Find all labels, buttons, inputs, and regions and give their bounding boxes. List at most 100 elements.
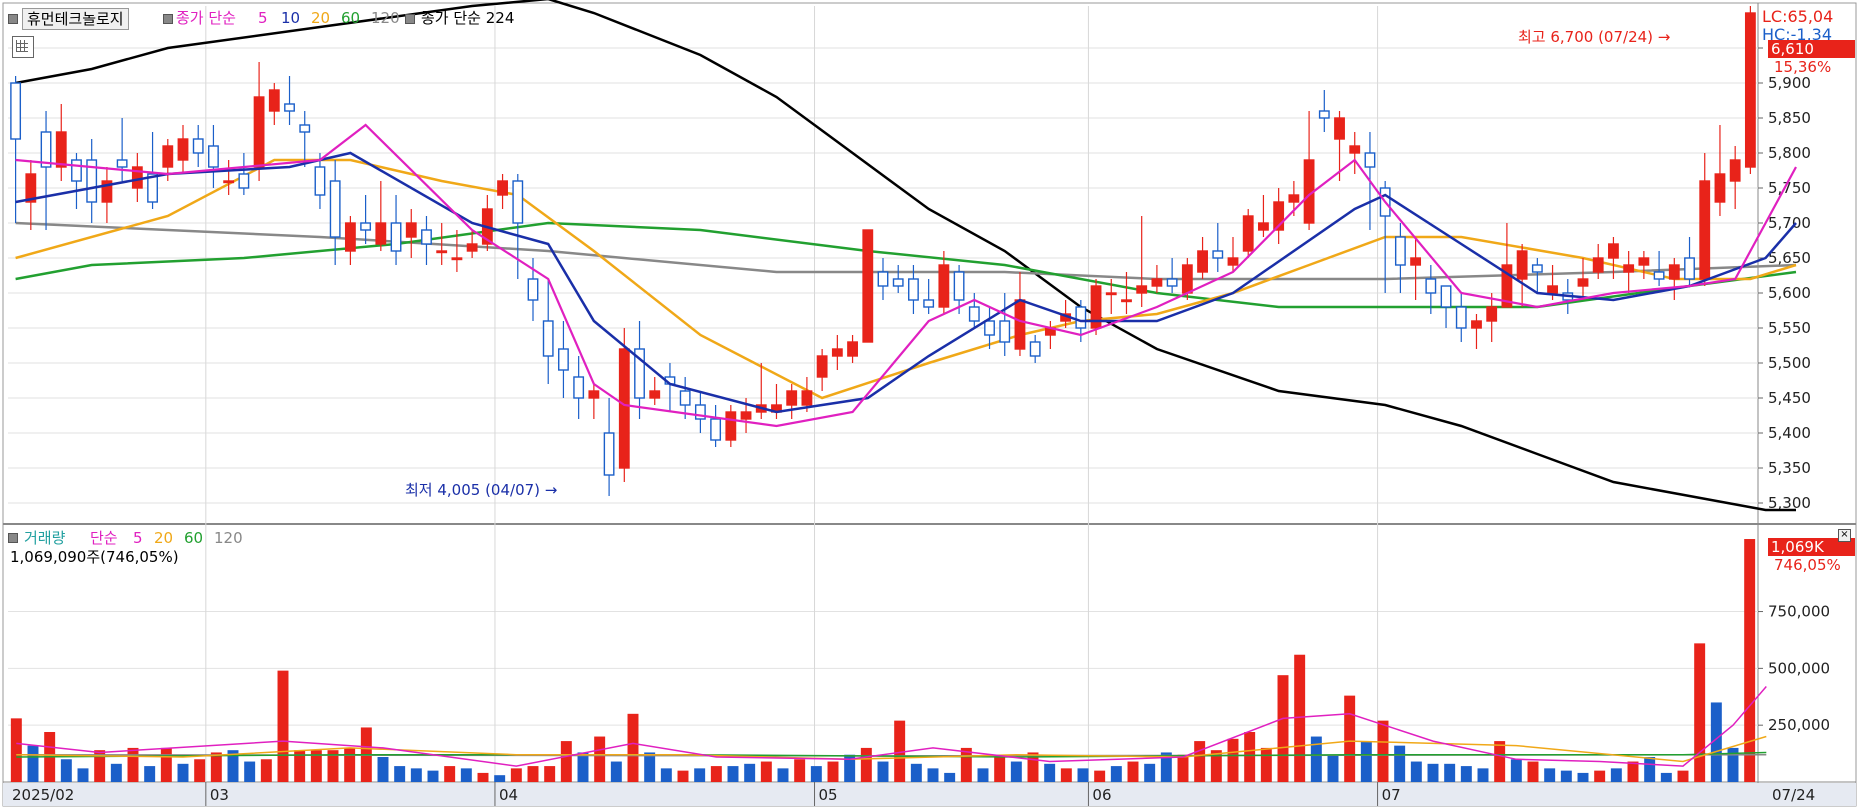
candle-body[interactable] bbox=[953, 271, 965, 301]
candle-body[interactable] bbox=[1653, 271, 1665, 280]
volume-bar[interactable] bbox=[344, 747, 356, 782]
volume-bar[interactable] bbox=[494, 775, 506, 782]
candle-body[interactable] bbox=[284, 103, 295, 112]
volume-bar[interactable] bbox=[794, 759, 806, 782]
volume-bar[interactable] bbox=[527, 766, 539, 782]
volume-bar[interactable] bbox=[677, 770, 689, 782]
candle-body[interactable] bbox=[816, 355, 828, 378]
candle-body[interactable] bbox=[1577, 278, 1589, 287]
volume-bar[interactable] bbox=[127, 747, 139, 782]
candle-body[interactable] bbox=[1668, 264, 1680, 280]
stock-name-button[interactable]: 휴먼테크놀로지 bbox=[22, 8, 129, 30]
candle-body[interactable] bbox=[1608, 243, 1619, 259]
volume-bar[interactable] bbox=[977, 768, 989, 782]
volume-bar[interactable] bbox=[1660, 772, 1672, 782]
candle-body[interactable] bbox=[436, 250, 448, 254]
volume-bar[interactable] bbox=[427, 770, 439, 782]
candle-body[interactable] bbox=[512, 180, 524, 224]
chart-canvas[interactable]: 5,9505,9005,8505,8005,7505,7005,6505,600… bbox=[0, 0, 1860, 810]
candle-body[interactable] bbox=[892, 278, 904, 287]
volume-bar[interactable] bbox=[777, 768, 789, 782]
volume-bar[interactable] bbox=[1344, 695, 1356, 782]
volume-bar[interactable] bbox=[1527, 761, 1539, 782]
volume-bar[interactable] bbox=[544, 766, 556, 782]
candle-body[interactable] bbox=[1623, 264, 1635, 273]
ma-legend-marker[interactable] bbox=[163, 14, 173, 24]
candle-body[interactable] bbox=[1288, 194, 1300, 203]
volume-bar[interactable] bbox=[1677, 770, 1689, 782]
candle-body[interactable] bbox=[1699, 180, 1711, 280]
volume-bar[interactable] bbox=[1444, 763, 1456, 782]
volume-bar[interactable] bbox=[910, 763, 922, 782]
volume-bar[interactable] bbox=[560, 741, 572, 782]
candle-body[interactable] bbox=[1455, 306, 1467, 329]
volume-bar[interactable] bbox=[27, 745, 39, 782]
volume-bar[interactable] bbox=[1460, 766, 1472, 782]
candle-body[interactable] bbox=[1318, 110, 1330, 119]
candle-body[interactable] bbox=[908, 278, 919, 301]
volume-bar[interactable] bbox=[944, 772, 956, 782]
candle-body[interactable] bbox=[1744, 12, 1756, 168]
volume-bar[interactable] bbox=[244, 761, 256, 782]
volume-bar[interactable] bbox=[810, 766, 822, 782]
volume-bar[interactable] bbox=[660, 768, 672, 782]
volume-bar[interactable] bbox=[577, 752, 589, 782]
candle-body[interactable] bbox=[314, 166, 326, 196]
volume-bar[interactable] bbox=[1544, 768, 1556, 782]
volume-bar[interactable] bbox=[210, 752, 222, 782]
volume-bar[interactable] bbox=[1494, 741, 1506, 782]
volume-bar[interactable] bbox=[1627, 761, 1639, 782]
volume-bar[interactable] bbox=[160, 747, 172, 782]
candle-body[interactable] bbox=[405, 222, 417, 238]
candle-body[interactable] bbox=[999, 320, 1011, 343]
candle-body[interactable] bbox=[344, 222, 356, 252]
candle-body[interactable] bbox=[1684, 257, 1695, 280]
candle-body[interactable] bbox=[1471, 320, 1482, 329]
volume-bar[interactable] bbox=[594, 736, 606, 782]
candle-body[interactable] bbox=[847, 341, 858, 357]
volume-bar[interactable] bbox=[377, 757, 389, 782]
candle-body[interactable] bbox=[603, 432, 615, 476]
candle-body[interactable] bbox=[679, 390, 691, 406]
volume-bar[interactable] bbox=[177, 763, 189, 782]
candle-body[interactable] bbox=[938, 264, 950, 308]
volume-bar[interactable] bbox=[60, 759, 72, 782]
volume-bar[interactable] bbox=[994, 754, 1006, 782]
candle-body[interactable] bbox=[421, 229, 432, 245]
legend-marker[interactable] bbox=[8, 14, 18, 24]
volume-bar[interactable] bbox=[727, 766, 739, 782]
volume-bar[interactable] bbox=[710, 766, 722, 782]
candle-body[interactable] bbox=[223, 180, 235, 184]
candle-body[interactable] bbox=[862, 229, 874, 343]
volume-bar[interactable] bbox=[927, 768, 939, 782]
volume-bar[interactable] bbox=[1477, 768, 1489, 782]
candle-body[interactable] bbox=[542, 320, 554, 357]
candle-body[interactable] bbox=[1227, 257, 1239, 266]
volume-bar[interactable] bbox=[110, 763, 122, 782]
volume-bar[interactable] bbox=[410, 768, 422, 782]
candle-body[interactable] bbox=[177, 138, 189, 161]
volume-legend-marker[interactable] bbox=[8, 533, 18, 543]
volume-bar[interactable] bbox=[1394, 745, 1406, 782]
candle-body[interactable] bbox=[466, 243, 478, 252]
candle-body[interactable] bbox=[1334, 117, 1345, 140]
volume-bar[interactable] bbox=[510, 768, 522, 782]
candle-body[interactable] bbox=[1258, 222, 1269, 231]
volume-bar[interactable] bbox=[627, 713, 639, 782]
candle-body[interactable] bbox=[10, 82, 22, 140]
candle-body[interactable] bbox=[649, 390, 661, 399]
volume-bar[interactable] bbox=[1227, 738, 1239, 782]
volume-bar[interactable] bbox=[1294, 654, 1306, 782]
candle-body[interactable] bbox=[618, 348, 630, 469]
volume-bar[interactable] bbox=[1144, 763, 1156, 782]
candle-body[interactable] bbox=[1516, 250, 1528, 280]
candle-body[interactable] bbox=[1486, 306, 1498, 322]
candle-body[interactable] bbox=[1212, 250, 1224, 259]
candle-body[interactable] bbox=[1425, 278, 1437, 294]
candle-body[interactable] bbox=[1014, 299, 1026, 350]
candle-body[interactable] bbox=[786, 390, 798, 406]
candle-body[interactable] bbox=[1531, 264, 1543, 273]
volume-bar[interactable] bbox=[760, 761, 772, 782]
volume-bar[interactable] bbox=[1077, 768, 1089, 782]
volume-bar[interactable] bbox=[960, 747, 972, 782]
